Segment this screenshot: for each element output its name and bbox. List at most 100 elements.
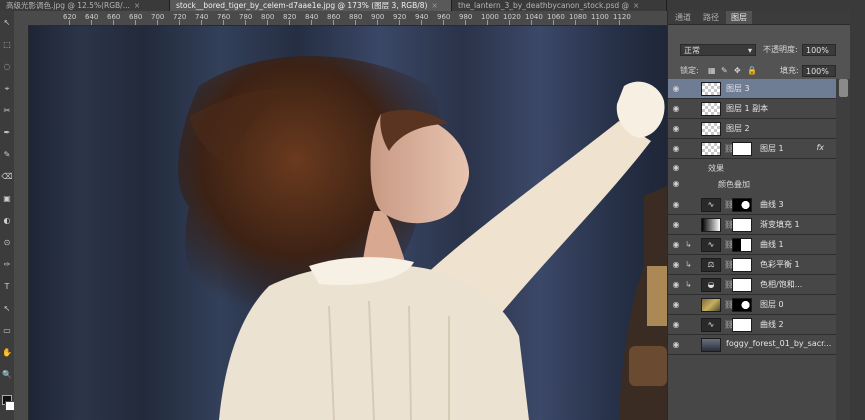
eye-icon[interactable]: ◉	[671, 144, 681, 154]
eye-icon[interactable]: ◉	[671, 280, 681, 290]
eye-icon[interactable]: ◉	[671, 260, 681, 270]
layer-mask-thumbnail	[732, 218, 752, 232]
scrollbar-thumb[interactable]	[839, 79, 848, 97]
chevron-down-icon: ▾	[747, 46, 752, 55]
pen-tool-icon[interactable]: ✑	[1, 259, 13, 271]
document-tab-2[interactable]: stock__bored_tiger_by_celem-d7aae1e.jpg …	[170, 0, 452, 11]
layer-row[interactable]: ◉ ∿ ⛓ 曲线 3	[668, 195, 836, 215]
layers-panel: 通道 路径 图层 正常 ▾ 不透明度: 100% 锁定: ▦ ✎ ✥ 🔒 填充:…	[667, 11, 851, 420]
fx-icon[interactable]: fx	[816, 143, 824, 152]
brush-tool-icon[interactable]: ✎	[1, 149, 13, 161]
shape-tool-icon[interactable]: ▭	[1, 325, 13, 337]
blend-mode-select[interactable]: 正常 ▾	[680, 44, 756, 56]
layer-row[interactable]: ◉ 图层 2	[668, 119, 836, 139]
layer-row[interactable]: ◉ 图层 1 副本	[668, 99, 836, 119]
eye-icon[interactable]: ◉	[671, 240, 681, 250]
path-select-tool-icon[interactable]: ↖	[1, 303, 13, 315]
lock-position-icon[interactable]: ✥	[734, 65, 741, 77]
hand-tool-icon[interactable]: ✋	[1, 347, 13, 359]
ruler-tick	[333, 20, 334, 25]
lock-all-icon[interactable]: 🔒	[747, 65, 757, 77]
layer-row[interactable]: ◉ ⛓ 图层 0	[668, 295, 836, 315]
eye-icon[interactable]: ◉	[671, 300, 681, 310]
ruler-label: 1120	[613, 13, 631, 21]
layer-mask-thumbnail	[732, 198, 752, 212]
move-tool-icon[interactable]: ↖	[1, 17, 13, 29]
layer-row[interactable]: ◉ ⛓ 图层 1 fx	[668, 139, 836, 159]
layer-row[interactable]: ◉ ∿ ⛓ 曲线 2	[668, 315, 836, 335]
blur-tool-icon[interactable]: ⊙	[1, 237, 13, 249]
layer-row[interactable]: ◉ 图层 3	[668, 79, 836, 99]
eye-icon[interactable]: ◉	[671, 340, 681, 350]
ruler-label: 1080	[569, 13, 587, 21]
crop-tool-icon[interactable]: ✂	[1, 105, 13, 117]
vertical-ruler	[14, 25, 29, 420]
ruler-label: 1100	[591, 13, 609, 21]
eye-icon[interactable]: ◉	[671, 320, 681, 330]
ruler-tick	[135, 20, 136, 25]
tab-layers[interactable]: 图层	[726, 11, 752, 24]
layer-list: ◉ 图层 3 ◉ 图层 1 副本 ◉ 图层 2 ◉ ⛓ 图层 1 fx ◉ 效果…	[668, 79, 836, 420]
hue-saturation-adjustment-icon: ◒	[701, 278, 721, 292]
layer-name: 图层 2	[726, 124, 750, 133]
eraser-tool-icon[interactable]: ⌫	[1, 171, 13, 183]
layer-row[interactable]: ◉ ↳ ∿ ⛓ 曲线 1	[668, 235, 836, 255]
ruler-tick	[399, 20, 400, 25]
lock-pixels-icon[interactable]: ▦	[708, 65, 716, 77]
eye-icon[interactable]: ◉	[671, 200, 681, 210]
layer-row[interactable]: ◉ ↳ ⚖ ⛓ 色彩平衡 1	[668, 255, 836, 275]
clipping-arrow-icon: ↳	[685, 240, 692, 249]
quick-select-tool-icon[interactable]: ⌖	[1, 83, 13, 95]
layer-name: 曲线 2	[760, 320, 784, 329]
tab-channels[interactable]: 通道	[670, 11, 696, 24]
eye-icon[interactable]: ◉	[671, 84, 681, 94]
layer-name: 渐变填充 1	[760, 220, 800, 229]
eye-icon[interactable]: ◉	[671, 220, 681, 230]
close-icon[interactable]: ×	[633, 1, 639, 10]
lock-image-icon[interactable]: ✎	[721, 65, 728, 77]
effect-eye-icon[interactable]: ◉	[671, 179, 681, 189]
type-tool-icon[interactable]: T	[1, 281, 13, 293]
layers-scrollbar[interactable]	[836, 79, 851, 420]
effects-eye-icon[interactable]: ◉	[671, 163, 681, 173]
lock-label: 锁定:	[680, 66, 699, 75]
close-icon[interactable]: ×	[134, 1, 140, 10]
gradient-tool-icon[interactable]: ▣	[1, 193, 13, 205]
zoom-tool-icon[interactable]: 🔍	[1, 369, 13, 381]
eye-icon[interactable]: ◉	[671, 104, 681, 114]
marquee-tool-icon[interactable]: ⬚	[1, 39, 13, 51]
layer-name: 色相/饱和...	[760, 280, 803, 289]
document-canvas[interactable]	[29, 26, 667, 420]
eye-icon[interactable]: ◉	[671, 124, 681, 134]
lasso-tool-icon[interactable]: ◌	[1, 61, 13, 73]
ruler-tick	[223, 20, 224, 25]
layer-row[interactable]: ◉ foggy_forest_01_by_sacr...	[668, 335, 836, 355]
layer-row[interactable]: ◉ ↳ ◒ ⛓ 色相/饱和...	[668, 275, 836, 295]
blend-mode-value: 正常	[684, 46, 700, 55]
ruler-tick	[487, 20, 488, 25]
layer-row[interactable]: ◉ ⛓ 渐变填充 1	[668, 215, 836, 235]
effect-color-overlay[interactable]: 颜色叠加	[718, 179, 750, 190]
layer-thumbnail	[701, 298, 721, 312]
ruler-tick	[421, 20, 422, 25]
document-tab-1[interactable]: 高级光影调色.jpg @ 12.5%(RGB/... ×	[0, 0, 170, 11]
ruler-label: 1000	[481, 13, 499, 21]
tab-paths[interactable]: 路径	[698, 11, 724, 24]
ruler-tick	[597, 20, 598, 25]
curves-adjustment-icon: ∿	[701, 198, 721, 212]
ruler-tick	[201, 20, 202, 25]
ruler-tick	[443, 20, 444, 25]
fill-input[interactable]: 100%	[802, 65, 836, 77]
eyedropper-tool-icon[interactable]: ✒	[1, 127, 13, 139]
layer-name: 图层 1 副本	[726, 104, 769, 113]
ruler-tick	[113, 20, 114, 25]
close-icon[interactable]: ×	[431, 1, 437, 10]
ruler-tick	[245, 20, 246, 25]
dodge-tool-icon[interactable]: ◐	[1, 215, 13, 227]
ruler-tick	[619, 20, 620, 25]
document-tab-3[interactable]: the_lantern_3_by_deathbycanon_stock.psd …	[452, 0, 667, 11]
opacity-input[interactable]: 100%	[802, 44, 836, 56]
color-balance-adjustment-icon: ⚖	[701, 258, 721, 272]
ruler-tick	[355, 20, 356, 25]
ruler-tick	[179, 20, 180, 25]
